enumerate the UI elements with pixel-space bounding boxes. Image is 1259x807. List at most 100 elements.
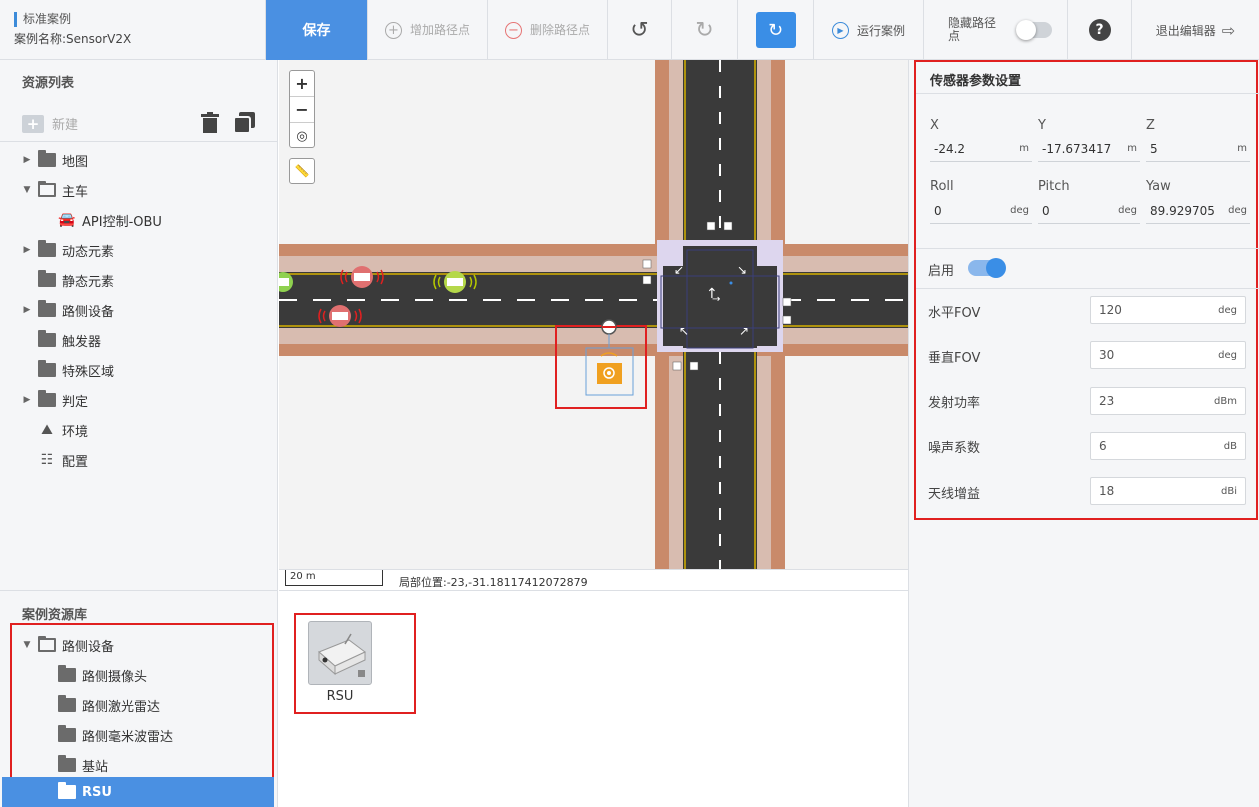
library-item-rsu[interactable]: RSU	[2, 777, 274, 807]
vfov-unit: deg	[1218, 349, 1237, 361]
tree-item-static[interactable]: 静态元素	[22, 265, 114, 295]
tree-item-environment[interactable]: ⛰ 环境	[22, 415, 88, 445]
tree-item-label: 主车	[62, 184, 89, 200]
help-button[interactable]: ?	[1068, 0, 1132, 60]
params-title: 传感器参数设置	[930, 74, 1022, 89]
caret-right-icon[interactable]: ▶	[22, 305, 32, 315]
measure-button[interactable]: 📏	[289, 158, 315, 184]
edit-mode-button[interactable]: ↻	[755, 12, 796, 48]
enable-switch[interactable]	[968, 258, 1006, 278]
zoom-in-button[interactable]: +	[290, 71, 314, 97]
add-path-point-button[interactable]: + 增加路径点	[368, 0, 488, 60]
map-canvas[interactable]: ↑ → ↙ ↘ ↖ ↗ + − ◎ 📏	[279, 60, 908, 569]
library-item-label: 路侧设备	[62, 639, 115, 655]
library-item-base-station[interactable]: 基站	[58, 750, 108, 780]
roll-label: Roll	[930, 179, 954, 194]
resource-area: RSU	[279, 591, 908, 807]
run-case-label: 运行案例	[856, 23, 905, 38]
roll-field[interactable]: 0 deg	[930, 198, 1032, 224]
plus-icon: +	[22, 114, 44, 133]
tree-item-special-area[interactable]: 特殊区域	[22, 355, 114, 385]
run-case-button[interactable]: ▶ 运行案例	[814, 0, 924, 60]
library-item-lidar[interactable]: 路侧激光雷达	[58, 690, 160, 720]
noise-figure-input[interactable]: 6 dB	[1090, 432, 1246, 460]
tree-item-roadside[interactable]: ▶ 路侧设备	[22, 295, 114, 325]
tree-item-ego-vehicle[interactable]: ▼ 主车	[22, 175, 88, 205]
vfov-input[interactable]: 30 deg	[1090, 341, 1246, 369]
caret-right-icon[interactable]: ▶	[22, 155, 32, 165]
tree-item-map[interactable]: ▶ 地图	[22, 145, 88, 175]
x-unit: m	[1019, 143, 1029, 154]
pitch-field[interactable]: 0 deg	[1038, 198, 1140, 224]
folder-icon	[38, 390, 56, 407]
hfov-input[interactable]: 120 deg	[1090, 296, 1246, 324]
tree-item-config[interactable]: ☷ 配置	[22, 445, 88, 475]
caret-right-icon[interactable]: ▶	[22, 245, 32, 255]
undo-button[interactable]: ↺	[608, 0, 672, 60]
caret-down-icon[interactable]: ▼	[22, 185, 32, 195]
library-item-label: 路侧毫米波雷达	[82, 729, 174, 745]
folder-icon	[38, 150, 56, 167]
locate-button[interactable]: ◎	[290, 123, 314, 149]
noise-figure-value: 6	[1099, 439, 1107, 453]
redo-button[interactable]: ↻	[672, 0, 738, 60]
delete-path-point-button[interactable]: − 删除路径点	[488, 0, 608, 60]
antenna-gain-value: 18	[1099, 484, 1115, 498]
caret-down-icon[interactable]: ▼	[22, 640, 32, 650]
y-field[interactable]: -17.673417 m	[1038, 136, 1140, 162]
tree-item-label: 特殊区域	[62, 364, 115, 380]
library-item-radar[interactable]: 路侧毫米波雷达	[58, 720, 173, 750]
svg-text:↗: ↗	[739, 324, 749, 338]
vfov-label: 垂直FOV	[928, 351, 981, 366]
folder-icon	[38, 270, 56, 287]
vfov-value: 30	[1099, 348, 1115, 362]
tree-item-label: 路侧设备	[62, 304, 115, 320]
hide-path-switch[interactable]	[1016, 20, 1052, 40]
tree-item-trigger[interactable]: 触发器	[22, 325, 101, 355]
tree-item-api-obu[interactable]: 🚘 API控制-OBU	[58, 205, 162, 235]
z-field[interactable]: 5 m	[1146, 136, 1250, 162]
trash-icon[interactable]	[201, 112, 219, 133]
hfov-unit: deg	[1218, 304, 1237, 316]
library-item-roadside[interactable]: ▼ 路侧设备	[22, 630, 114, 660]
x-field[interactable]: -24.2 m	[930, 136, 1032, 162]
library-item-camera[interactable]: 路侧摄像头	[58, 660, 147, 690]
z-label: Z	[1146, 118, 1155, 133]
zoom-out-button[interactable]: −	[290, 97, 314, 123]
yaw-field[interactable]: 89.929705 deg	[1146, 198, 1250, 224]
pitch-value: 0	[1042, 203, 1050, 218]
tree-item-judge[interactable]: ▶ 判定	[22, 385, 88, 415]
caret-right-icon[interactable]: ▶	[22, 395, 32, 405]
folder-icon	[58, 665, 76, 682]
tree-item-dynamic[interactable]: ▶ 动态元素	[22, 235, 114, 265]
y-value: -17.673417	[1042, 141, 1112, 156]
case-name: 案例名称:SensorV2X	[14, 32, 132, 46]
new-resource-button[interactable]: + 新建	[22, 114, 78, 133]
rotate-cursor-icon: ↻	[767, 19, 784, 41]
library-item-label: RSU	[82, 784, 112, 800]
tx-power-input[interactable]: 23 dBm	[1090, 387, 1246, 415]
divider	[0, 590, 278, 591]
divider	[916, 93, 1259, 94]
svg-text:↘: ↘	[737, 263, 747, 277]
save-button[interactable]: 保存	[266, 0, 368, 60]
resource-toolbar: + 新建	[0, 106, 278, 142]
antenna-gain-input[interactable]: 18 dBi	[1090, 477, 1246, 505]
tree-item-label: 配置	[62, 454, 89, 470]
redo-icon: ↻	[695, 17, 714, 43]
edit-mode-button-wrap: ↻	[738, 0, 814, 60]
case-library-tree: ▼ 路侧设备 路侧摄像头 路侧激光雷达 路侧毫米波雷达 基站 RSU	[2, 623, 274, 807]
case-info: 标准案例 案例名称:SensorV2X	[0, 0, 266, 60]
folder-open-icon	[38, 181, 56, 197]
hide-path-toggle[interactable]: 隐藏路径点	[924, 0, 1068, 60]
noise-figure-label: 噪声系数	[928, 441, 981, 456]
add-path-point-label: 增加路径点	[409, 22, 470, 37]
folder-icon	[58, 755, 76, 772]
pitch-label: Pitch	[1038, 179, 1070, 194]
y-label: Y	[1038, 118, 1046, 133]
rsu-resource-card[interactable]	[308, 621, 372, 685]
rsu-card-label: RSU	[326, 689, 354, 704]
copy-icon[interactable]	[234, 112, 255, 133]
exit-editor-button[interactable]: 退出编辑器 ⇨	[1132, 0, 1259, 60]
folder-icon	[58, 782, 76, 799]
